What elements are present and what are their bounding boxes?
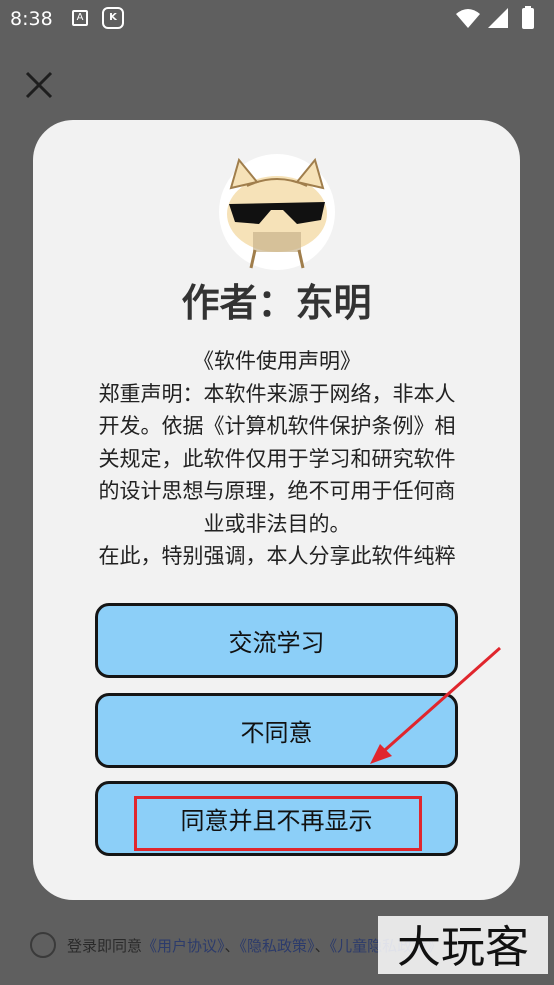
user-agreement-link[interactable]: 《用户协议》 [142, 937, 225, 955]
author-title: 作者：东明 [181, 281, 372, 325]
text-notification-icon: A [72, 10, 88, 26]
app-notification-icon: K [102, 7, 124, 29]
status-time: 8:38 [10, 8, 53, 30]
separator: 、 [224, 937, 240, 955]
statement-line: 郑重声明：本软件来源于网络，非本人 [98, 381, 456, 406]
statement-line: 的设计思想与原理，绝不可用于任何商 [98, 479, 456, 503]
statement-line: 《软件使用声明》 [193, 349, 361, 373]
status-bar: 8:38 A K [0, 0, 554, 40]
cat-avatar-icon [219, 154, 335, 270]
red-arrow-icon [370, 646, 501, 764]
separator: 、 [314, 937, 330, 955]
watermark-logo: 大玩客 [378, 916, 548, 974]
svg-text:大玩客: 大玩客 [397, 923, 529, 972]
disclaimer-dialog: 作者：东明 《软件使用声明》 郑重声明：本软件来源于网络，非本人 开发。依据《计… [33, 120, 520, 900]
close-icon[interactable] [24, 70, 54, 100]
statement-line: 在此，特别强调，本人分享此软件纯粹 [98, 544, 456, 568]
statement-line: 开发。依据《计算机软件保护条例》相 [98, 414, 456, 438]
wifi-signal-battery-icons [456, 6, 534, 29]
highlight-box [134, 796, 422, 851]
agreement-prefix: 登录即同意 [67, 937, 143, 955]
statement-line: 关规定，此软件仅用于学习和研究软件 [98, 446, 456, 471]
privacy-policy-link[interactable]: 《隐私政策》 [240, 937, 315, 955]
agreement-radio[interactable] [30, 932, 56, 958]
statement-text: 《软件使用声明》 郑重声明：本软件来源于网络，非本人 开发。依据《计算机软件保护… [77, 345, 477, 573]
status-right-icons [454, 6, 542, 37]
statement-line: 业或非法目的。 [203, 511, 351, 536]
